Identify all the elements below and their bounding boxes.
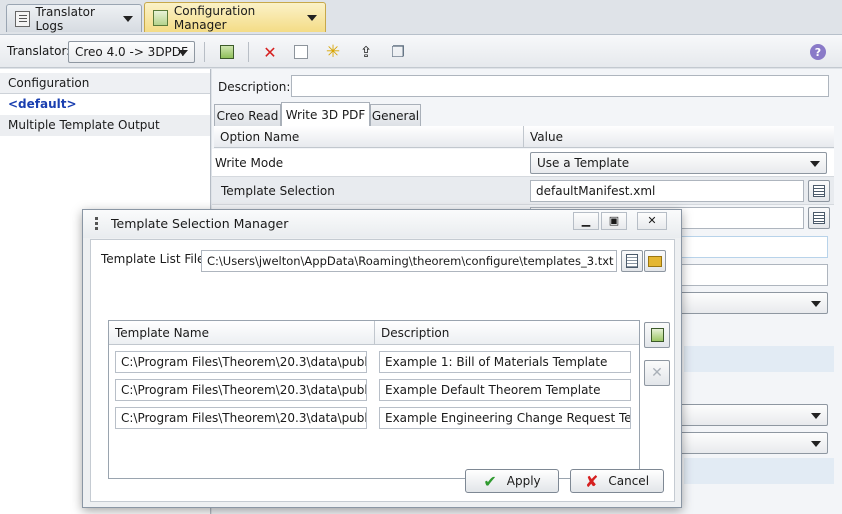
column-header-option: Option Name (214, 126, 524, 148)
copy-icon[interactable]: ❐ (389, 43, 407, 61)
list-item[interactable]: <default> (0, 94, 210, 115)
toolbar: Translator: Creo 4.0 -> 3DPDF ✕ ✳ ⇪ ❐ ? (0, 34, 842, 68)
tab-configuration-manager[interactable]: Configuration Manager (144, 2, 326, 32)
separator (248, 42, 249, 62)
list-item[interactable]: Multiple Template Output (0, 115, 210, 136)
add-template-icon[interactable] (644, 322, 670, 348)
chevron-down-icon (810, 161, 820, 167)
translator-select[interactable]: Creo 4.0 -> 3DPDF (68, 41, 195, 63)
template-selection-dialog: Template Selection Manager ▁ ▣ ✕ Templat… (82, 209, 682, 508)
chevron-down-icon[interactable] (307, 14, 317, 21)
blank-icon[interactable] (292, 43, 310, 61)
write-mode-select[interactable]: Use a Template (530, 152, 827, 174)
list-file-input[interactable]: C:\Users\jwelton\AppData\Roaming\theorem… (201, 250, 617, 272)
delete-icon[interactable]: ✕ (261, 43, 279, 62)
apply-button[interactable]: ✔ Apply (465, 469, 559, 493)
tab-label: Translator Logs (35, 4, 95, 33)
dialog-body: Template List File: C:\Users\jwelton\App… (90, 239, 675, 502)
option-name: Write Mode (215, 156, 284, 170)
save-icon[interactable] (218, 43, 236, 61)
dialog-titlebar[interactable]: Template Selection Manager ▁ ▣ ✕ (83, 210, 681, 238)
tab-label: Configuration Manager (173, 3, 256, 32)
chevron-down-icon[interactable] (123, 15, 133, 22)
remove-template-icon[interactable]: ✕ (644, 360, 670, 386)
dialog-title: Template Selection Manager (111, 216, 289, 231)
chevron-down-icon (811, 413, 821, 419)
list-icon[interactable] (808, 180, 830, 202)
tab-creo-read[interactable]: Creo Read (214, 104, 281, 126)
list-header: Configuration (0, 73, 210, 94)
column-header-template-name: Template Name (109, 321, 375, 345)
help-icon[interactable]: ? (809, 43, 827, 61)
apply-label: Apply (506, 474, 541, 488)
template-selection-input[interactable]: defaultManifest.xml (530, 180, 804, 202)
list-icon[interactable] (808, 207, 830, 229)
template-name-field[interactable]: C:\Program Files\Theorem\20.3\data\publi… (115, 407, 367, 429)
separator (204, 42, 205, 62)
template-name-field[interactable]: C:\Program Files\Theorem\20.3\data\publi… (115, 351, 367, 373)
description-label: Description: (218, 80, 291, 94)
template-description-field[interactable]: Example Engineering Change Request Templ… (379, 407, 631, 429)
folder-open-icon[interactable] (644, 250, 666, 272)
tab-translator-logs[interactable]: Translator Logs (6, 4, 142, 33)
write-mode-value: Use a Template (537, 156, 630, 170)
chevron-down-icon (178, 50, 188, 56)
upload-icon[interactable]: ⇪ (357, 43, 375, 61)
column-header-description: Description (375, 321, 639, 345)
checkmark-icon: ✔ (483, 471, 497, 491)
tab-write-3d-pdf[interactable]: Write 3D PDF (281, 102, 370, 126)
restore-icon[interactable]: ▣ (601, 212, 627, 230)
grip-icon (95, 217, 98, 231)
template-description-field[interactable]: Example Default Theorem Template (379, 379, 631, 401)
close-icon[interactable]: ✕ (637, 212, 667, 230)
minimize-icon[interactable]: ▁ (573, 212, 599, 230)
row-highlight (684, 458, 834, 484)
chevron-down-icon (811, 301, 821, 307)
chevron-down-icon (811, 441, 821, 447)
log-icon (15, 10, 30, 27)
tab-general[interactable]: General (370, 104, 421, 126)
option-name: Template Selection (221, 184, 335, 198)
new-list-icon[interactable] (621, 250, 643, 272)
translator-label: Translator: (7, 44, 71, 58)
column-header-value: Value (524, 126, 834, 148)
cancel-label: Cancel (608, 474, 650, 488)
translator-value: Creo 4.0 -> 3DPDF (75, 45, 188, 59)
template-description-field[interactable]: Example 1: Bill of Materials Template (379, 351, 631, 373)
list-file-label: Template List File: (101, 252, 209, 266)
config-icon (153, 9, 168, 26)
cancel-button[interactable]: ✘ Cancel (570, 469, 664, 493)
description-input[interactable] (291, 75, 829, 97)
template-table: Template Name Description C:\Program Fil… (108, 320, 640, 479)
cross-icon: ✘ (584, 471, 599, 491)
new-icon[interactable]: ✳ (324, 42, 342, 62)
template-name-field[interactable]: C:\Program Files\Theorem\20.3\data\publi… (115, 379, 367, 401)
row-highlight (684, 346, 834, 372)
